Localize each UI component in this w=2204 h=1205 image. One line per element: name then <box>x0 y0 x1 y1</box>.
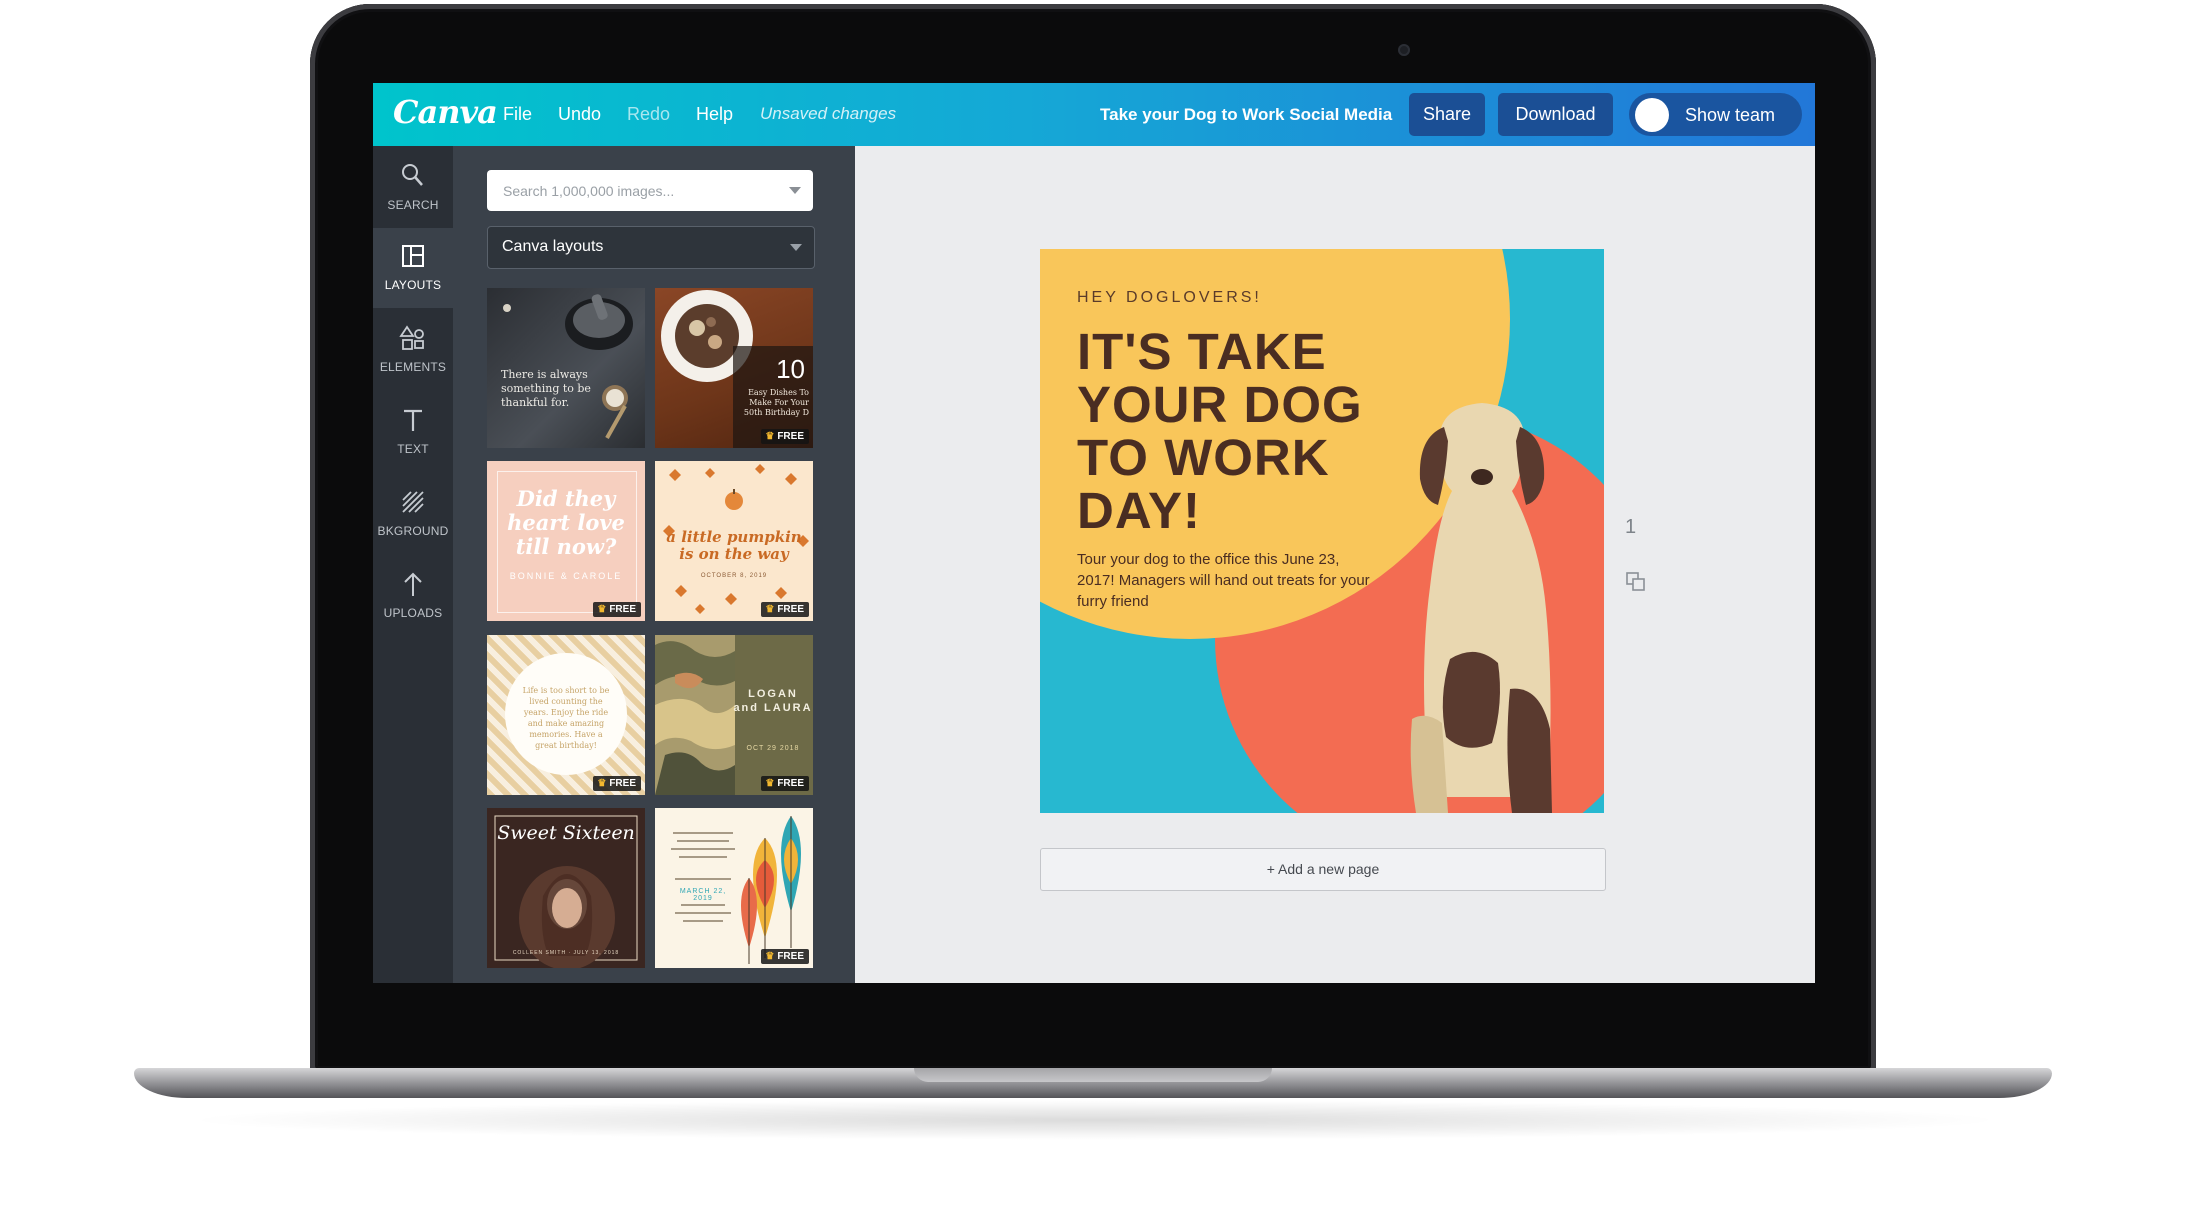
thumbnail-text: Easy Dishes To Make For Your 50th Birthd… <box>743 388 809 417</box>
sidebar-item-search[interactable]: SEARCH <box>373 148 453 228</box>
free-badge: ♛ FREE <box>761 429 809 444</box>
page-number: 1 <box>1625 516 1637 538</box>
canva-logo[interactable]: Canva <box>393 93 498 131</box>
layout-thumbnail[interactable]: LOGAN and LAURA OCT 29 2018 ♛ FREE <box>655 635 813 795</box>
layout-thumbnail[interactable]: Life is too short to be lived counting t… <box>487 635 645 795</box>
free-badge: ♛ FREE <box>593 602 641 617</box>
layout-thumbnail[interactable]: There is always something to be thankful… <box>487 288 645 448</box>
design-page[interactable]: HEY DOGLOVERS! IT'S TAKE YOUR DOG TO WOR… <box>1040 249 1604 813</box>
sidebar-item-label: BKGROUND <box>377 524 449 538</box>
upload-icon <box>373 570 453 604</box>
thumbnail-subtext: BONNIE & CAROLE <box>509 571 623 581</box>
thumbnail-text: MARCH 22, 2019 <box>679 888 727 902</box>
thumbnail-subtext: COLLEEN SMITH · JULY 13, 2018 <box>512 950 620 956</box>
menu-file[interactable]: File <box>503 104 532 125</box>
layout-thumbnail[interactable]: Did they heart love till now? BONNIE & C… <box>487 461 645 621</box>
sidebar-item-layouts[interactable]: LAYOUTS <box>373 228 453 308</box>
search-placeholder: Search 1,000,000 images... <box>503 183 675 199</box>
sidebar-item-text[interactable]: TEXT <box>373 392 453 472</box>
design-body-text[interactable]: Tour your dog to the office this June 23… <box>1077 549 1377 612</box>
layouts-icon <box>373 242 453 276</box>
thumbnail-text: Sweet Sixteen <box>497 822 635 844</box>
camera-icon <box>1398 44 1410 56</box>
menu-help[interactable]: Help <box>696 104 733 125</box>
sidebar-item-label: ELEMENTS <box>379 360 447 374</box>
add-page-button[interactable]: + Add a new page <box>1040 848 1606 891</box>
sidebar-item-label: SEARCH <box>387 198 439 212</box>
thumbnail-text: LOGAN and LAURA <box>733 688 813 714</box>
layout-category-select[interactable]: Canva layouts <box>487 226 815 269</box>
design-headline[interactable]: IT'S TAKE YOUR DOG TO WORK DAY! <box>1077 325 1417 537</box>
background-icon <box>373 488 453 522</box>
sidebar-item-label: TEXT <box>397 442 429 456</box>
search-icon <box>373 162 453 196</box>
chevron-down-icon <box>790 244 802 251</box>
share-button[interactable]: Share <box>1409 93 1485 136</box>
tool-sidebar: SEARCH LAYOUTS ELEMENTS TEXT BKGROUND UP… <box>373 146 453 983</box>
text-icon <box>373 406 453 440</box>
thumbnail-text: Life is too short to be lived counting t… <box>522 686 610 750</box>
thumbnail-subtext: OCTOBER 8, 2019 <box>700 573 768 579</box>
save-status: Unsaved changes <box>760 104 897 123</box>
chevron-down-icon[interactable] <box>789 187 801 194</box>
image-search-input[interactable]: Search 1,000,000 images... <box>487 170 813 211</box>
thumbnail-text: a little pumpkin is on the way <box>666 528 802 563</box>
free-badge: ♛ FREE <box>761 602 809 617</box>
free-badge: ♛ FREE <box>593 776 641 791</box>
layout-thumbnail[interactable]: Sweet Sixteen COLLEEN SMITH · JULY 13, 2… <box>487 808 645 968</box>
menu-redo[interactable]: Redo <box>627 104 670 125</box>
free-badge: ♛ FREE <box>761 949 809 964</box>
app-window: Canva File Undo Redo Help Unsaved change… <box>373 83 1815 983</box>
menu-undo[interactable]: Undo <box>558 104 601 125</box>
sidebar-item-elements[interactable]: ELEMENTS <box>373 310 453 390</box>
elements-icon <box>373 324 453 358</box>
document-title[interactable]: Take your Dog to Work Social Media <box>1100 105 1392 125</box>
sidebar-item-label: LAYOUTS <box>384 278 442 292</box>
layouts-panel: Search 1,000,000 images... Canva layouts… <box>453 146 855 983</box>
thumbnail-text: There is always something to be thankful… <box>501 368 591 409</box>
layout-thumbnail[interactable]: a little pumpkin is on the way OCTOBER 8… <box>655 461 813 621</box>
thumbnail-number: 10 <box>776 354 805 384</box>
laptop-shadow <box>180 1100 2010 1140</box>
sidebar-item-background[interactable]: BKGROUND <box>373 474 453 554</box>
free-badge: ♛ FREE <box>761 776 809 791</box>
thumbnail-text: Did they heart love till now? <box>507 486 625 559</box>
layout-thumbnail[interactable]: 10 Easy Dishes To Make For Your 50th Bir… <box>655 288 813 448</box>
show-team-button[interactable]: Show team <box>1629 93 1802 136</box>
sidebar-item-label: UPLOADS <box>383 606 443 620</box>
avatar <box>1635 98 1669 132</box>
show-team-label: Show team <box>1685 105 1776 125</box>
copy-page-icon[interactable] <box>1625 571 1647 598</box>
top-bar: Canva File Undo Redo Help Unsaved change… <box>373 83 1815 146</box>
layout-thumbnail[interactable]: MARCH 22, 2019 ♛ FREE <box>655 808 813 968</box>
sidebar-item-uploads[interactable]: UPLOADS <box>373 556 453 636</box>
layout-category-value: Canva layouts <box>502 238 604 255</box>
thumbnail-subtext: OCT 29 2018 <box>746 745 800 752</box>
download-button[interactable]: Download <box>1498 93 1613 136</box>
design-kicker[interactable]: HEY DOGLOVERS! <box>1077 289 1262 307</box>
laptop-notch <box>914 1068 1272 1082</box>
canvas-area: HEY DOGLOVERS! IT'S TAKE YOUR DOG TO WOR… <box>855 146 1815 983</box>
